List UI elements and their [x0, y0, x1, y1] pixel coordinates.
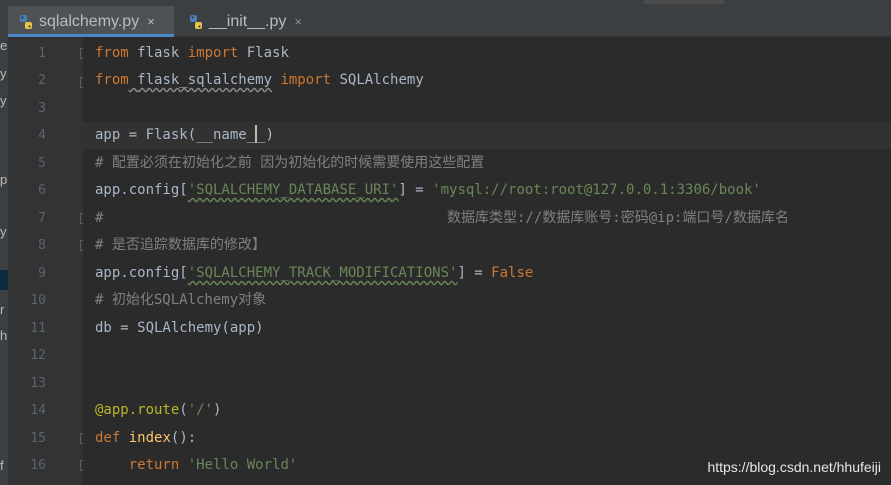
tab-label: sqlalchemy.py	[39, 12, 140, 30]
line-number: 5	[38, 156, 46, 171]
string-literal: '/'	[187, 402, 214, 418]
editor-tab-bar: sqlalchemy.py × __init__.py ×	[8, 0, 891, 37]
code-text: ] =	[398, 182, 433, 198]
code-text: app.config[	[95, 265, 188, 281]
code-line-5[interactable]: # 配置必须在初始化之前 因为初始化的时候需要使用这些配置	[95, 150, 484, 177]
code-line-6[interactable]: app.config['SQLALCHEMY_DATABASE_URI'] = …	[95, 177, 761, 204]
line-number: 16	[30, 458, 46, 473]
function-name: index	[128, 430, 171, 446]
code-text: app = Flask(__name_	[95, 127, 256, 143]
keyword: import	[280, 72, 332, 88]
line-number: 12	[30, 348, 46, 363]
comment: # 初始化SQLAlchemy对象	[95, 292, 267, 308]
code-line-10[interactable]: # 初始化SQLAlchemy对象	[95, 287, 266, 314]
comment: 数据库类型://数据库账号:密码@ip:端口号/数据库名	[447, 210, 789, 226]
code-line-15[interactable]: def index():	[95, 425, 196, 452]
string-literal: 'SQLALCHEMY_DATABASE_URI'	[187, 182, 399, 198]
tab-init-py[interactable]: __init__.py ×	[178, 6, 308, 37]
line-number: 14	[30, 403, 46, 418]
keyword: def	[95, 430, 121, 446]
module-name: flask_sqlalchemy	[137, 72, 273, 88]
python-file-icon	[18, 14, 34, 30]
project-tree-fragment[interactable]: f	[0, 458, 4, 473]
keyword: import	[187, 45, 239, 61]
project-selected-row[interactable]	[0, 270, 8, 290]
code-line-14[interactable]: @app.route('/')	[95, 397, 221, 424]
keyword: False	[491, 265, 534, 281]
keyword: return	[128, 457, 180, 473]
line-number-gutter[interactable]: 1 2 3 4 5 6 7 8 9 10 11 12 13 14 15 16	[8, 38, 91, 485]
python-file-icon	[188, 14, 204, 30]
code-text: (	[179, 402, 188, 418]
tab-label: __init__.py	[209, 12, 287, 30]
code-line-2[interactable]: from flask_sqlalchemy import SQLAlchemy	[95, 67, 424, 94]
watermark: https://blog.csdn.net/hhufeiji	[707, 459, 881, 475]
project-tree-fragment[interactable]: y	[0, 66, 7, 81]
string-literal: 'mysql://root:root@127.0.0.1:3306/book'	[432, 182, 761, 198]
code-line-8[interactable]: # 是否追踪数据库的修改】	[95, 232, 266, 259]
code-text: ():	[170, 430, 197, 446]
decorator: @app.route	[95, 402, 180, 418]
project-tree-fragment[interactable]: e	[0, 38, 7, 53]
keyword: from	[95, 72, 129, 88]
project-tree-fragment[interactable]: p	[0, 172, 7, 187]
code-line-16[interactable]: return 'Hello World'	[95, 452, 298, 479]
comment: #	[95, 210, 104, 226]
string-literal: 'Hello World'	[187, 457, 298, 473]
line-number: 6	[38, 183, 46, 198]
project-panel-edge[interactable]: e y y p y r h f	[0, 0, 8, 485]
line-number: 11	[30, 321, 46, 336]
tab-sqlalchemy-py[interactable]: sqlalchemy.py ×	[8, 6, 174, 37]
code-line-1[interactable]: from flask import Flask	[95, 40, 289, 67]
line-number: 10	[30, 293, 46, 308]
code-text: db = SQLAlchemy(app)	[95, 320, 264, 336]
code-text: ] =	[457, 265, 492, 281]
keyword: from	[95, 45, 129, 61]
project-tree-fragment[interactable]: r	[0, 302, 4, 317]
line-number: 9	[38, 266, 46, 281]
code-line-11[interactable]: db = SQLAlchemy(app)	[95, 315, 264, 342]
line-number: 1	[38, 46, 46, 61]
project-tree-fragment[interactable]: y	[0, 224, 7, 239]
string-literal: 'SQLALCHEMY_TRACK_MODIFICATIONS'	[187, 265, 458, 281]
line-number: 7	[38, 211, 46, 226]
line-number: 13	[30, 376, 46, 391]
close-icon[interactable]: ×	[294, 14, 302, 29]
comment: # 配置必须在初始化之前 因为初始化的时候需要使用这些配置	[95, 155, 485, 171]
line-number: 4	[38, 128, 46, 143]
line-number: 3	[38, 101, 46, 116]
tab-bar-strip	[644, 0, 724, 4]
code-editor[interactable]: from flask import Flask from flask_sqlal…	[83, 38, 891, 485]
comment: # 是否追踪数据库的修改】	[95, 237, 266, 253]
import-name: SQLAlchemy	[331, 72, 424, 88]
project-tree-fragment[interactable]: h	[0, 328, 7, 343]
import-name: Flask	[238, 45, 289, 61]
line-number: 8	[38, 238, 46, 253]
close-icon[interactable]: ×	[147, 14, 155, 29]
code-text: app.config[	[95, 182, 188, 198]
code-line-9[interactable]: app.config['SQLALCHEMY_TRACK_MODIFICATIO…	[95, 260, 533, 287]
project-tree-fragment[interactable]: y	[0, 93, 7, 108]
code-text: _)	[257, 127, 275, 143]
code-line-4[interactable]: app = Flask(__name_ _)	[95, 122, 274, 149]
module-name: flask	[128, 45, 188, 61]
line-number: 15	[30, 431, 46, 446]
code-text: )	[213, 402, 222, 418]
code-line-7[interactable]: # 数据库类型://数据库账号:密码@ip:端口号/数据库名	[95, 205, 885, 232]
line-number: 2	[38, 73, 46, 88]
